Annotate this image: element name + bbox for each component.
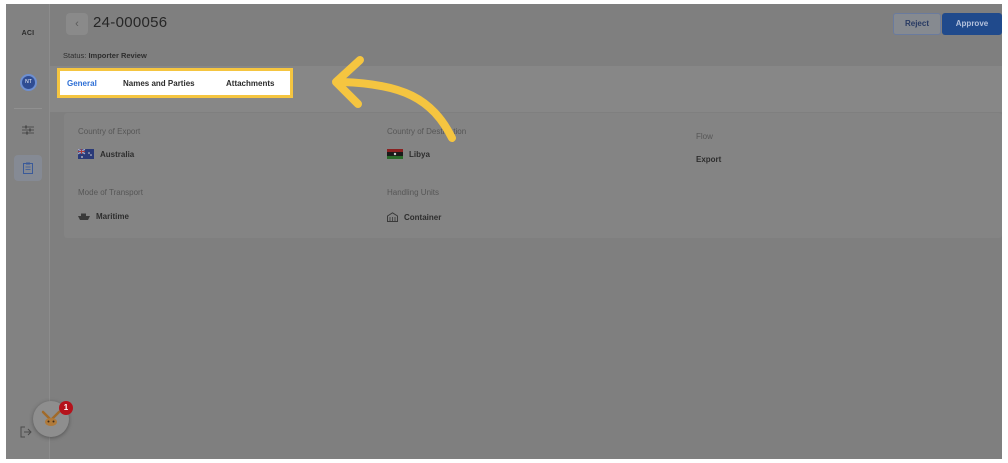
sidebar-divider xyxy=(14,108,42,109)
handling-units-text: Container xyxy=(404,212,442,222)
user-avatar[interactable]: NT xyxy=(20,74,37,91)
status-value: Importer Review xyxy=(88,51,147,60)
flow-value: Export xyxy=(696,155,722,164)
status-line: Status: Importer Review xyxy=(63,51,147,60)
app-logo: ACI xyxy=(21,30,35,37)
country-of-destination-label: Country of Destination xyxy=(387,127,467,136)
libya-flag-icon xyxy=(387,149,403,159)
country-of-destination-text: Libya xyxy=(409,149,430,159)
country-of-export-text: Australia xyxy=(100,149,135,159)
australia-flag-icon xyxy=(78,149,94,159)
country-of-export-label: Country of Export xyxy=(78,127,141,136)
tabs-highlight: General Names and Parties Attachments xyxy=(57,68,293,98)
mode-of-transport-text: Maritime xyxy=(96,212,129,221)
app-window: ACI NT ‹ 24-000056 Reject Approve Status… xyxy=(6,4,1002,459)
notification-badge: 1 xyxy=(59,401,73,415)
country-of-export-value: Australia xyxy=(78,149,134,159)
status-label: Status: xyxy=(63,51,87,60)
approve-button[interactable]: Approve xyxy=(942,13,1002,35)
sidebar: ACI NT xyxy=(6,4,50,459)
tab-attachments[interactable]: Attachments xyxy=(226,79,274,88)
tab-general[interactable]: General xyxy=(67,79,97,88)
sliders-icon xyxy=(22,125,34,135)
flow-label: Flow xyxy=(696,132,713,141)
handling-units-value: Container xyxy=(387,212,441,222)
ship-icon xyxy=(78,213,90,220)
mode-of-transport-label: Mode of Transport xyxy=(78,188,143,197)
sidebar-item-settings[interactable] xyxy=(19,121,37,139)
reject-button[interactable]: Reject xyxy=(893,13,941,35)
container-icon xyxy=(387,212,398,222)
clipboard-icon xyxy=(23,162,33,174)
logout-button[interactable] xyxy=(20,425,32,443)
general-details-card: Country of Export Australia Country of D… xyxy=(64,113,1002,238)
mode-of-transport-value: Maritime xyxy=(78,212,129,221)
sidebar-item-documents[interactable] xyxy=(14,155,42,181)
tab-names-and-parties[interactable]: Names and Parties xyxy=(123,79,195,88)
handling-units-label: Handling Units xyxy=(387,188,440,197)
page-title: 24-000056 xyxy=(93,14,168,31)
logout-icon xyxy=(20,426,32,438)
back-button[interactable]: ‹ xyxy=(66,13,88,35)
assistant-mascot-icon xyxy=(41,410,61,426)
country-of-destination-value: Libya xyxy=(387,149,430,159)
